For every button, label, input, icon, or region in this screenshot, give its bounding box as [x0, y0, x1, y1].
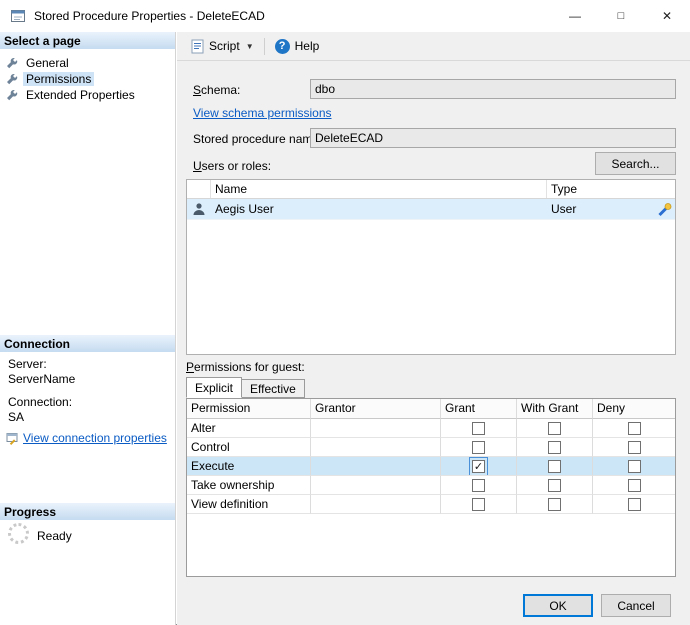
deny-checkbox[interactable] [627, 421, 641, 435]
user-type-cell: User [551, 202, 577, 216]
permission-column-header[interactable]: Permission [187, 399, 311, 419]
server-label: Server: [8, 357, 47, 371]
close-button[interactable]: ✕ [644, 0, 690, 32]
grantor-cell[interactable] [311, 419, 441, 438]
toolbar: Script ▼ ? Help [177, 32, 690, 61]
permission-row-execute[interactable]: Execute ✓ [187, 457, 675, 476]
titlebar: Stored Procedure Properties - DeleteECAD… [0, 0, 690, 32]
permission-cell: Control [187, 438, 311, 457]
script-label: Script [209, 39, 240, 53]
view-connection-properties-link[interactable]: View connection properties [23, 431, 167, 445]
script-icon [191, 39, 204, 53]
page-icon [7, 89, 18, 101]
connection-properties-icon [6, 432, 18, 445]
schema-label: Schema: [193, 83, 241, 97]
sidebar: Select a page General Permissions Extend… [0, 32, 176, 625]
grantor-cell[interactable] [311, 438, 441, 457]
select-a-page-header: Select a page [0, 32, 175, 49]
deny-checkbox[interactable] [627, 440, 641, 454]
toolbar-separator [263, 37, 265, 55]
permission-cell: Take ownership [187, 476, 311, 495]
permissions-grid: Permission Grantor Grant With Grant Deny… [186, 398, 676, 577]
sidebar-item-label: Extended Properties [26, 88, 135, 102]
permission-row-alter[interactable]: Alter [187, 419, 675, 438]
with-grant-checkbox[interactable] [548, 478, 561, 492]
help-button[interactable]: ? Help [270, 36, 325, 57]
sidebar-item-label: Permissions [23, 72, 95, 86]
grantor-column-header[interactable]: Grantor [311, 399, 441, 419]
cancel-button[interactable]: Cancel [601, 594, 671, 617]
help-label: Help [294, 39, 320, 53]
deny-checkbox[interactable] [627, 459, 641, 473]
help-icon: ? [274, 38, 290, 54]
stored-procedure-name-label: Stored procedure name: [193, 132, 323, 146]
progress-spinner-icon [8, 523, 29, 544]
user-icon [187, 202, 211, 216]
dialog-icon [11, 10, 25, 22]
permissions-grid-header: Permission Grantor Grant With Grant Deny [187, 399, 675, 419]
chevron-down-icon[interactable]: ▼ [245, 42, 254, 51]
grant-checkbox[interactable]: ✓ [469, 457, 488, 475]
permission-row-control[interactable]: Control [187, 438, 675, 457]
page-icon [7, 73, 18, 85]
type-column-header[interactable]: Type [547, 180, 675, 198]
with-grant-checkbox[interactable] [548, 421, 561, 435]
stored-procedure-name-input[interactable] [310, 128, 676, 148]
with-grant-checkbox[interactable] [548, 440, 561, 454]
with-grant-column-header[interactable]: With Grant [517, 399, 593, 419]
sidebar-item-general[interactable]: General [0, 55, 175, 71]
grant-column-header[interactable]: Grant [441, 399, 517, 419]
maximize-button[interactable]: □ [598, 0, 644, 32]
users-table-header: Name Type [187, 180, 675, 199]
user-row[interactable]: Aegis User User [187, 199, 675, 220]
permission-cell: Alter [187, 419, 311, 438]
schema-input[interactable] [310, 79, 676, 99]
deny-checkbox[interactable] [627, 478, 641, 492]
grant-checkbox[interactable] [472, 440, 485, 454]
connection-value: SA [8, 410, 25, 424]
permission-cell: Execute [187, 457, 311, 476]
user-name-cell: Aegis User [215, 202, 274, 216]
server-value: ServerName [8, 372, 76, 386]
search-button[interactable]: Search... [595, 152, 676, 175]
grant-checkbox[interactable] [472, 478, 485, 492]
permission-row-take-ownership[interactable]: Take ownership [187, 476, 675, 495]
main-panel: Script ▼ ? Help Schema: View schema perm… [177, 32, 690, 625]
script-button[interactable]: Script ▼ [186, 36, 259, 57]
icon-column-header[interactable] [187, 180, 211, 198]
permission-cell: View definition [187, 495, 311, 514]
permission-row-view-definition[interactable]: View definition [187, 495, 675, 514]
window-controls: — □ ✕ [552, 0, 690, 32]
with-grant-checkbox[interactable] [548, 497, 561, 511]
grantor-cell[interactable] [311, 457, 441, 476]
grantor-cell[interactable] [311, 476, 441, 495]
name-column-header[interactable]: Name [211, 180, 547, 198]
tab-effective[interactable]: Effective [241, 379, 305, 398]
sidebar-item-extended-properties[interactable]: Extended Properties [0, 87, 175, 103]
grant-checkbox[interactable] [472, 497, 485, 511]
with-grant-checkbox[interactable] [548, 459, 561, 473]
grantor-cell[interactable] [311, 495, 441, 514]
stored-procedure-properties-dialog: Stored Procedure Properties - DeleteECAD… [0, 0, 690, 625]
window-title: Stored Procedure Properties - DeleteECAD [34, 9, 265, 23]
progress-status: Ready [37, 529, 72, 543]
permissions-for-guest-label: Permissions for guest: [186, 360, 305, 374]
permissions-tabs: Explicit Effective [186, 377, 305, 398]
users-or-roles-label: Users or roles: [193, 159, 272, 173]
page-icon [7, 57, 18, 69]
grant-checkbox[interactable] [472, 421, 485, 435]
sidebar-item-label: General [26, 56, 69, 70]
ok-button[interactable]: OK [523, 594, 593, 617]
sidebar-item-permissions[interactable]: Permissions [0, 71, 175, 87]
connection-label: Connection: [8, 395, 73, 409]
connection-header: Connection [0, 335, 175, 352]
tab-explicit[interactable]: Explicit [186, 377, 243, 398]
view-schema-permissions-link[interactable]: View schema permissions [193, 106, 332, 120]
deny-column-header[interactable]: Deny [593, 399, 675, 419]
users-or-roles-table: Name Type Aegis User User [186, 179, 676, 355]
row-badge-icon [658, 203, 672, 217]
deny-checkbox[interactable] [627, 497, 641, 511]
minimize-button[interactable]: — [552, 0, 598, 32]
progress-header: Progress [0, 503, 175, 520]
